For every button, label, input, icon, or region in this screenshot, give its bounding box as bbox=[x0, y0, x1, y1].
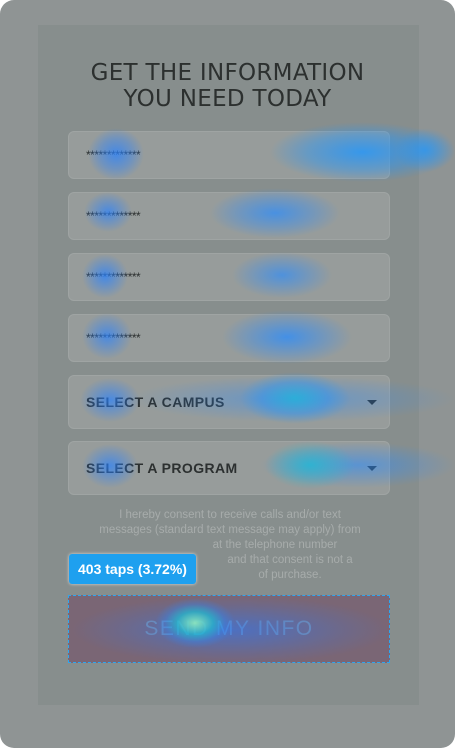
form-title-line-1: GET THE INFORMATION bbox=[90, 60, 365, 86]
program-select[interactable]: SELECT A PROGRAM bbox=[68, 441, 390, 495]
device-frame: GET THE INFORMATION YOU NEED TODAY *****… bbox=[0, 0, 455, 748]
text-field-2-value: ************* bbox=[86, 209, 141, 223]
send-button-label: SEND MY INFO bbox=[144, 617, 314, 640]
consent-line: I hereby consent to receive calls and/or… bbox=[119, 509, 341, 521]
text-field-2[interactable]: ************* bbox=[68, 192, 390, 240]
chevron-down-icon bbox=[367, 466, 377, 471]
program-select-value: SELECT A PROGRAM bbox=[86, 460, 238, 476]
campus-select-value: SELECT A CAMPUS bbox=[86, 394, 225, 410]
form-title-line-2: YOU NEED TODAY bbox=[123, 86, 332, 112]
send-my-info-button[interactable]: SEND MY INFO bbox=[68, 595, 390, 663]
consent-line: messages (standard text message may appl… bbox=[99, 524, 361, 536]
text-field-3[interactable]: ************* bbox=[68, 253, 390, 301]
text-field-1-value: ************* bbox=[86, 148, 141, 162]
chevron-down-icon bbox=[367, 400, 377, 405]
consent-line: at the telephone number bbox=[212, 539, 338, 551]
text-field-1[interactable]: ************* bbox=[68, 131, 390, 179]
form-title: GET THE INFORMATION YOU NEED TODAY bbox=[0, 60, 455, 112]
tap-count-tooltip: 403 taps (3.72%) bbox=[69, 554, 196, 584]
text-field-4[interactable]: ************* bbox=[68, 314, 390, 362]
text-field-4-value: ************* bbox=[86, 331, 141, 345]
campus-select[interactable]: SELECT A CAMPUS bbox=[68, 375, 390, 429]
text-field-3-value: ************* bbox=[86, 270, 141, 284]
